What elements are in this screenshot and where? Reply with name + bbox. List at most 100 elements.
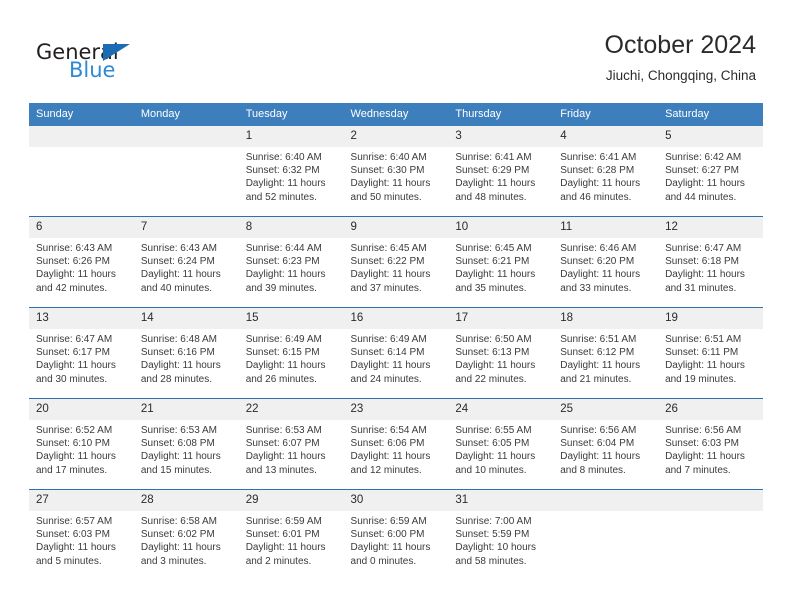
day-cell[interactable]: 17 Sunrise: 6:50 AM Sunset: 6:13 PM Dayl… [448, 307, 554, 399]
day-cell[interactable]: 12 Sunrise: 6:47 AM Sunset: 6:18 PM Dayl… [658, 216, 763, 308]
day-number [29, 126, 134, 147]
day-details: Sunrise: 6:50 AM Sunset: 6:13 PM Dayligh… [448, 329, 553, 386]
day-cell[interactable]: 31 Sunrise: 7:00 AM Sunset: 5:59 PM Dayl… [448, 489, 554, 580]
day-cell[interactable]: 8 Sunrise: 6:44 AM Sunset: 6:23 PM Dayli… [238, 216, 344, 308]
day-number: 26 [658, 399, 763, 420]
day-cell[interactable]: 1 Sunrise: 6:40 AM Sunset: 6:32 PM Dayli… [238, 126, 344, 217]
day-cell[interactable]: 26 Sunrise: 6:56 AM Sunset: 6:03 PM Dayl… [658, 398, 763, 490]
sunset-text: Sunset: 6:20 PM [560, 256, 635, 268]
weekday-header-thursday: Thursday [448, 103, 554, 126]
daylight-text: Daylight: 11 hours and 24 minutes. [350, 360, 431, 385]
sunrise-text: Sunrise: 6:51 AM [665, 334, 742, 345]
day-cell[interactable] [553, 489, 659, 580]
day-cell[interactable]: 13 Sunrise: 6:47 AM Sunset: 6:17 PM Dayl… [29, 307, 134, 399]
day-number: 15 [238, 308, 344, 329]
day-cell[interactable] [658, 489, 763, 580]
daylight-text: Daylight: 11 hours and 28 minutes. [140, 360, 221, 385]
daylight-text: Daylight: 11 hours and 2 minutes. [245, 542, 326, 567]
day-cell[interactable]: 6 Sunrise: 6:43 AM Sunset: 6:26 PM Dayli… [29, 216, 134, 308]
day-cell[interactable]: 21 Sunrise: 6:53 AM Sunset: 6:08 PM Dayl… [133, 398, 239, 490]
daylight-text: Daylight: 11 hours and 15 minutes. [140, 451, 221, 476]
day-cell[interactable]: 28 Sunrise: 6:58 AM Sunset: 6:02 PM Dayl… [133, 489, 239, 580]
daylight-text: Daylight: 11 hours and 33 minutes. [560, 269, 641, 294]
sunrise-text: Sunrise: 6:54 AM [350, 425, 427, 436]
logo-general-blue[interactable]: General Blue [36, 32, 256, 88]
day-cell[interactable]: 2 Sunrise: 6:40 AM Sunset: 6:30 PM Dayli… [343, 126, 449, 217]
day-number [553, 490, 659, 511]
day-details: Sunrise: 6:52 AM Sunset: 6:10 PM Dayligh… [29, 420, 134, 477]
day-cell[interactable] [133, 126, 239, 217]
sunrise-text: Sunrise: 6:42 AM [665, 152, 742, 163]
day-cell[interactable]: 30 Sunrise: 6:59 AM Sunset: 6:00 PM Dayl… [343, 489, 449, 580]
sunset-text: Sunset: 6:28 PM [560, 165, 635, 177]
day-number: 11 [553, 217, 659, 238]
day-details: Sunrise: 6:55 AM Sunset: 6:05 PM Dayligh… [448, 420, 553, 477]
sunrise-text: Sunrise: 6:49 AM [245, 334, 322, 345]
calendar-table: Sunday Monday Tuesday Wednesday Thursday… [29, 103, 763, 580]
day-number: 22 [238, 399, 344, 420]
logo-text-blue: Blue [69, 58, 116, 82]
sunrise-text: Sunrise: 6:52 AM [36, 425, 113, 436]
daylight-text: Daylight: 11 hours and 22 minutes. [455, 360, 536, 385]
day-cell[interactable]: 15 Sunrise: 6:49 AM Sunset: 6:15 PM Dayl… [238, 307, 344, 399]
sunset-text: Sunset: 6:32 PM [245, 165, 320, 177]
day-details: Sunrise: 6:58 AM Sunset: 6:02 PM Dayligh… [134, 511, 239, 568]
day-details: Sunrise: 6:47 AM Sunset: 6:18 PM Dayligh… [658, 238, 763, 295]
day-details: Sunrise: 6:51 AM Sunset: 6:12 PM Dayligh… [553, 329, 658, 386]
sunrise-text: Sunrise: 6:51 AM [560, 334, 637, 345]
day-cell[interactable]: 3 Sunrise: 6:41 AM Sunset: 6:29 PM Dayli… [448, 126, 554, 217]
sunset-text: Sunset: 6:22 PM [350, 256, 425, 268]
day-cell[interactable]: 9 Sunrise: 6:45 AM Sunset: 6:22 PM Dayli… [343, 216, 449, 308]
day-cell[interactable]: 22 Sunrise: 6:53 AM Sunset: 6:07 PM Dayl… [238, 398, 344, 490]
day-number: 20 [29, 399, 134, 420]
sunrise-text: Sunrise: 6:53 AM [140, 425, 217, 436]
daylight-text: Daylight: 11 hours and 37 minutes. [350, 269, 431, 294]
day-cell[interactable]: 23 Sunrise: 6:54 AM Sunset: 6:06 PM Dayl… [343, 398, 449, 490]
day-details: Sunrise: 6:46 AM Sunset: 6:20 PM Dayligh… [553, 238, 658, 295]
day-cell[interactable]: 27 Sunrise: 6:57 AM Sunset: 6:03 PM Dayl… [29, 489, 134, 580]
sunrise-text: Sunrise: 6:59 AM [350, 516, 427, 527]
sunset-text: Sunset: 6:21 PM [455, 256, 530, 268]
day-number: 4 [553, 126, 659, 147]
day-cell[interactable]: 5 Sunrise: 6:42 AM Sunset: 6:27 PM Dayli… [658, 126, 763, 217]
day-cell[interactable]: 24 Sunrise: 6:55 AM Sunset: 6:05 PM Dayl… [448, 398, 554, 490]
day-details: Sunrise: 6:45 AM Sunset: 6:21 PM Dayligh… [448, 238, 553, 295]
title-block: October 2024 Jiuchi, Chongqing, China [605, 30, 757, 84]
day-cell[interactable]: 4 Sunrise: 6:41 AM Sunset: 6:28 PM Dayli… [553, 126, 659, 217]
day-cell[interactable]: 7 Sunrise: 6:43 AM Sunset: 6:24 PM Dayli… [133, 216, 239, 308]
sunset-text: Sunset: 6:23 PM [245, 256, 320, 268]
day-details: Sunrise: 6:44 AM Sunset: 6:23 PM Dayligh… [239, 238, 344, 295]
day-cell[interactable]: 25 Sunrise: 6:56 AM Sunset: 6:04 PM Dayl… [553, 398, 659, 490]
daylight-text: Daylight: 11 hours and 21 minutes. [560, 360, 641, 385]
day-cell[interactable]: 20 Sunrise: 6:52 AM Sunset: 6:10 PM Dayl… [29, 398, 134, 490]
daylight-text: Daylight: 11 hours and 0 minutes. [350, 542, 431, 567]
day-cell[interactable]: 16 Sunrise: 6:49 AM Sunset: 6:14 PM Dayl… [343, 307, 449, 399]
day-cell[interactable]: 10 Sunrise: 6:45 AM Sunset: 6:21 PM Dayl… [448, 216, 554, 308]
daylight-text: Daylight: 11 hours and 8 minutes. [560, 451, 641, 476]
day-number: 25 [553, 399, 659, 420]
day-number: 23 [343, 399, 449, 420]
day-cell[interactable]: 29 Sunrise: 6:59 AM Sunset: 6:01 PM Dayl… [238, 489, 344, 580]
sunrise-text: Sunrise: 6:41 AM [560, 152, 637, 163]
day-cell[interactable]: 18 Sunrise: 6:51 AM Sunset: 6:12 PM Dayl… [553, 307, 659, 399]
sunrise-text: Sunrise: 6:44 AM [245, 243, 322, 254]
sunset-text: Sunset: 6:03 PM [36, 529, 110, 541]
sunrise-text: Sunrise: 6:45 AM [455, 243, 532, 254]
sunset-text: Sunset: 6:15 PM [245, 347, 320, 359]
sunset-text: Sunset: 6:06 PM [350, 438, 425, 450]
sunrise-text: Sunrise: 6:47 AM [36, 334, 113, 345]
day-number: 10 [448, 217, 554, 238]
daylight-text: Daylight: 11 hours and 52 minutes. [245, 178, 326, 203]
sunset-text: Sunset: 6:26 PM [36, 256, 110, 268]
calendar-header-row: Sunday Monday Tuesday Wednesday Thursday… [29, 103, 763, 126]
day-cell[interactable]: 11 Sunrise: 6:46 AM Sunset: 6:20 PM Dayl… [553, 216, 659, 308]
day-cell[interactable]: 19 Sunrise: 6:51 AM Sunset: 6:11 PM Dayl… [658, 307, 763, 399]
sunset-text: Sunset: 6:18 PM [665, 256, 739, 268]
day-cell[interactable] [29, 126, 134, 217]
day-number: 19 [658, 308, 763, 329]
day-number: 14 [133, 308, 239, 329]
sunset-text: Sunset: 6:00 PM [350, 529, 425, 541]
sunset-text: Sunset: 6:11 PM [665, 347, 739, 359]
day-details: Sunrise: 6:47 AM Sunset: 6:17 PM Dayligh… [29, 329, 134, 386]
day-cell[interactable]: 14 Sunrise: 6:48 AM Sunset: 6:16 PM Dayl… [133, 307, 239, 399]
